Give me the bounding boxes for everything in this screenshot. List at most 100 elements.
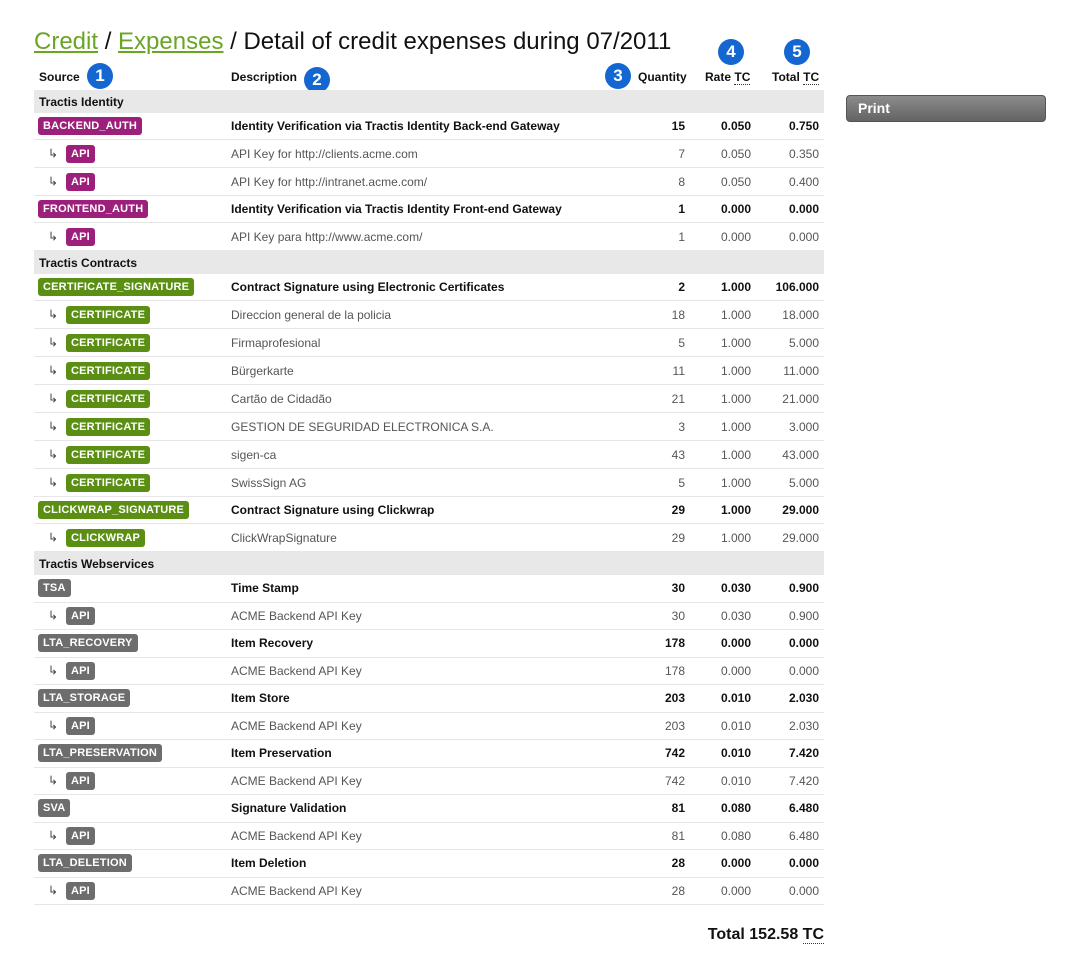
total-label: Total [707,926,745,943]
source-subtag: CERTIFICATE [66,333,151,352]
quantity-cell: 7 [678,146,685,161]
quantity-cell: 81 [671,828,685,843]
total-cell: 0.900 [788,608,819,623]
quantity-cell: 30 [671,581,685,596]
total-cell: 0.900 [788,581,819,596]
description-cell: Contract Signature using Electronic Cert… [231,280,505,294]
sub-arrow-icon: ↳ [48,474,59,489]
marker-4-badge: 4 [718,39,744,65]
total-cell: 0.400 [788,174,819,189]
total-cell: 7.420 [788,773,819,788]
total-cell: 2.030 [788,718,819,733]
source-subtag: API [66,606,95,625]
table-header: Source 1 Description 2 3 Quantity 4 Rate… [34,39,824,93]
table-row: LTA_RECOVERY Item Recovery 178 0.000 0.000 [34,630,824,658]
description-cell: ACME Backend API Key [231,828,362,843]
source-subtag: API [66,716,95,735]
description-cell: Item Store [231,691,290,706]
source-subtag: CERTIFICATE [66,417,151,436]
breadcrumb-separator: / [223,28,244,55]
sub-arrow-icon: ↳ [48,390,59,405]
quantity-cell: 203 [664,718,685,733]
table-subrow: ↳ CERTIFICATE Bürgerkarte 11 1.000 11.000 [34,357,824,385]
quantity-cell: 15 [671,119,685,133]
source-tag: LTA_STORAGE [38,689,131,708]
table-row: SVA Signature Validation 81 0.080 6.480 [34,795,824,823]
rate-cell: 0.050 [720,146,751,161]
page-title: Detail of credit expenses during 07/2011 [243,28,672,55]
description-cell: ACME Backend API Key [231,663,362,678]
description-cell: GESTION DE SEGURIDAD ELECTRONICA S.A. [231,419,494,434]
total-cell: 0.350 [788,146,819,161]
sub-arrow-icon: ↳ [48,718,59,733]
total-cell: 43.000 [782,447,819,462]
quantity-cell: 29 [671,503,685,517]
total-cell: 18.000 [782,307,819,322]
quantity-cell: 28 [671,883,685,898]
breadcrumb-credit-link[interactable]: Credit [34,28,98,55]
source-tag: LTA_RECOVERY [38,634,138,653]
quantity-cell: 742 [664,746,685,761]
description-cell: Direccion general de la policia [231,307,392,322]
rate-cell: 0.050 [720,174,751,189]
source-tag: CERTIFICATE_SIGNATURE [38,278,195,296]
rate-cell: 1.000 [720,363,751,378]
source-subtag: CERTIFICATE [66,361,151,380]
source-tag: CLICKWRAP_SIGNATURE [38,501,190,519]
description-cell: Firmaprofesional [231,335,321,350]
description-cell: API Key for http://clients.acme.com [231,146,418,161]
source-tag: SVA [38,799,71,818]
print-button[interactable]: Print [846,95,1046,122]
sub-arrow-icon: ↳ [48,773,59,788]
rate-cell: 1.000 [720,530,751,545]
rate-cell: 0.000 [720,636,751,651]
marker-1-badge: 1 [87,63,113,89]
total-unit-abbr: TC [803,70,820,85]
group-name: Tractis Webservices [39,557,155,571]
expenses-table: Tractis Identity BACKEND_AUTH Identity Ver… [34,90,824,905]
breadcrumb: Credit / Expenses / Detail of credit exp… [34,27,671,57]
sub-arrow-icon: ↳ [48,418,59,433]
table-row: FRONTEND_AUTH Identity Verification via T… [34,196,824,223]
table-row: LTA_STORAGE Item Store 203 0.010 2.030 [34,685,824,713]
rate-cell: 1.000 [720,503,751,517]
rate-cell: 0.030 [720,608,751,623]
sub-arrow-icon: ↳ [48,446,59,461]
table-subrow: ↳ CERTIFICATE SwissSign AG 5 1.000 5.000 [34,469,824,497]
rate-cell: 0.000 [720,856,751,871]
quantity-cell: 29 [671,530,685,545]
quantity-cell: 81 [671,801,685,816]
description-cell: API Key para http://www.acme.com/ [231,229,423,244]
source-tag: LTA_DELETION [38,854,132,873]
total-cell: 11.000 [783,363,819,378]
group-name: Tractis Identity [39,95,124,109]
quantity-cell: 43 [671,447,685,462]
description-cell: ACME Backend API Key [231,718,362,733]
quantity-cell: 178 [664,663,685,678]
description-cell: Contract Signature using Clickwrap [231,503,435,517]
source-subtag: CERTIFICATE [66,445,151,464]
table-subrow: ↳ CERTIFICATE Direccion general de la poli… [34,301,824,329]
source-subtag: API [66,771,95,790]
rate-cell: 1.000 [720,475,751,490]
breadcrumb-expenses-link[interactable]: Expenses [118,28,223,55]
table-subrow: ↳ API ACME Backend API Key 742 0.010 7.420 [34,768,824,795]
description-cell: Item Preservation [231,746,332,761]
sub-arrow-icon: ↳ [48,828,59,843]
total-cell: 7.420 [788,746,819,761]
table-row: CLICKWRAP_SIGNATURE Contract Signature us… [34,497,824,524]
quantity-cell: 203 [664,691,685,706]
total-cell: 21.000 [782,391,819,406]
rate-cell: 0.000 [720,229,751,244]
quantity-cell: 21 [671,391,685,406]
quantity-cell: 178 [664,636,685,651]
description-cell: Identity Verification via Tractis Identi… [231,202,562,216]
description-cell: Item Deletion [231,856,307,871]
quantity-cell: 5 [678,335,685,350]
total-cell: 29.000 [782,530,819,545]
source-subtag: API [66,227,95,246]
sub-arrow-icon: ↳ [48,529,59,544]
rate-cell: 0.080 [720,828,751,843]
quantity-cell: 1 [678,229,685,244]
rate-cell: 0.000 [720,202,751,216]
